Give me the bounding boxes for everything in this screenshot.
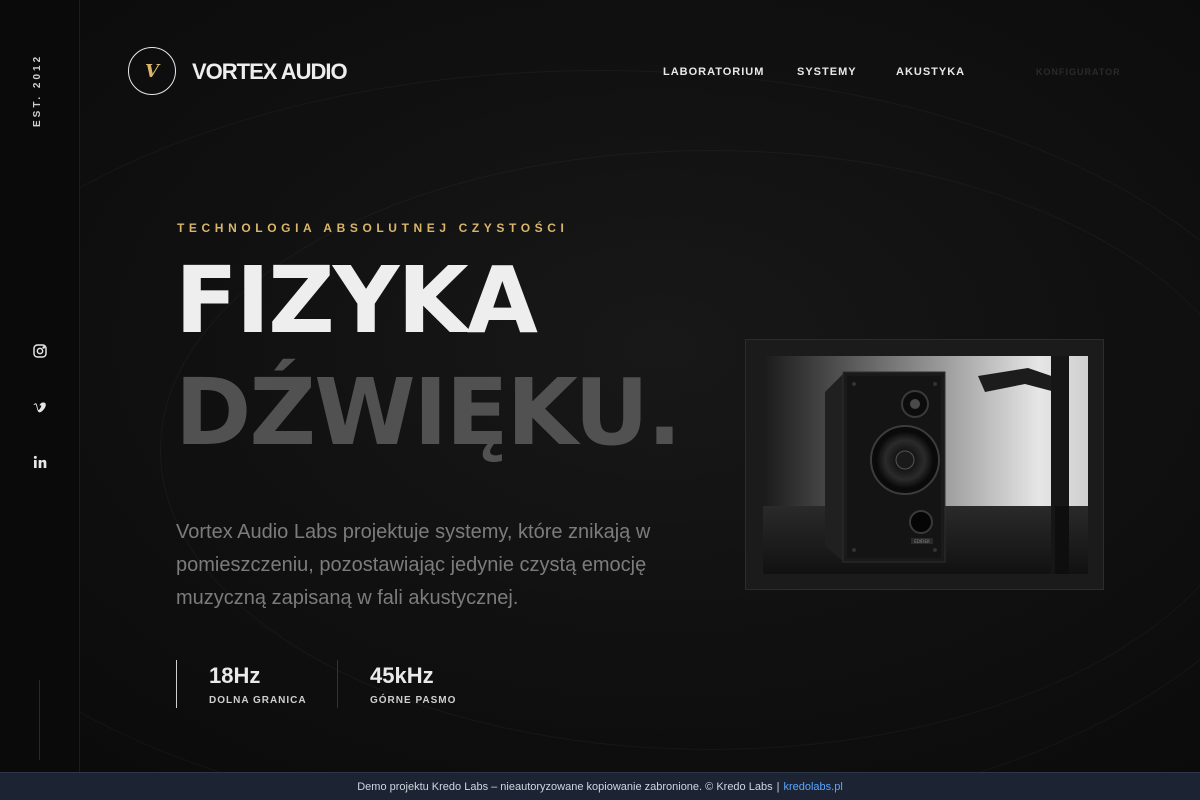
stat-value-low: 18Hz (209, 663, 261, 688)
nav-item-laboratorium[interactable]: LABORATORIUM (663, 64, 764, 80)
footer-link[interactable]: kredolabs.pl (783, 781, 842, 793)
left-rail: EST. 2012 (0, 0, 80, 772)
stat-divider (337, 660, 338, 708)
hero-page: EST. 2012 V VORTEX AUDIO LABORATORIUM SY… (0, 0, 1200, 772)
configurator-button[interactable]: KONFIGURATOR (1036, 64, 1121, 80)
hero-title-line-1: FIZYKA (175, 247, 538, 354)
footer-bar: Demo projektu Kredo Labs – nieautoryzowa… (0, 772, 1200, 800)
linkedin-icon[interactable] (30, 452, 50, 472)
footer-text: Demo projektu Kredo Labs – nieautoryzowa… (357, 780, 773, 793)
logo-letter: V (145, 60, 159, 82)
brand-name[interactable]: VORTEX AUDIO (192, 58, 348, 86)
nav-item-systemy[interactable]: SYSTEMY (797, 64, 857, 80)
stat-label-low: DOLNA GRANICA (209, 695, 307, 706)
instagram-icon[interactable] (30, 341, 50, 361)
product-image-frame: EDIFIER (745, 339, 1104, 590)
stat-label-high: GÓRNE PASMO (370, 695, 457, 706)
footer-separator: | (776, 780, 780, 793)
vimeo-icon[interactable] (30, 397, 50, 417)
nav-item-akustyka[interactable]: AKUSTYKA (896, 64, 965, 80)
established-label: EST. 2012 (32, 53, 43, 127)
stat-value-high: 45kHz (370, 663, 434, 688)
hero-eyebrow: TECHNOLOGIA ABSOLUTNEJ CZYSTOŚCI (177, 221, 569, 235)
stat-divider (176, 660, 177, 708)
logo-mark[interactable]: V (128, 47, 176, 95)
speaker-photo: EDIFIER (763, 356, 1088, 574)
hero-lead: Vortex Audio Labs projektuje systemy, kt… (176, 521, 651, 609)
speaker-badge: EDIFIER (914, 539, 930, 544)
hero-title-line-2: DŹWIĘKU. (175, 359, 682, 466)
rail-divider (39, 680, 40, 760)
